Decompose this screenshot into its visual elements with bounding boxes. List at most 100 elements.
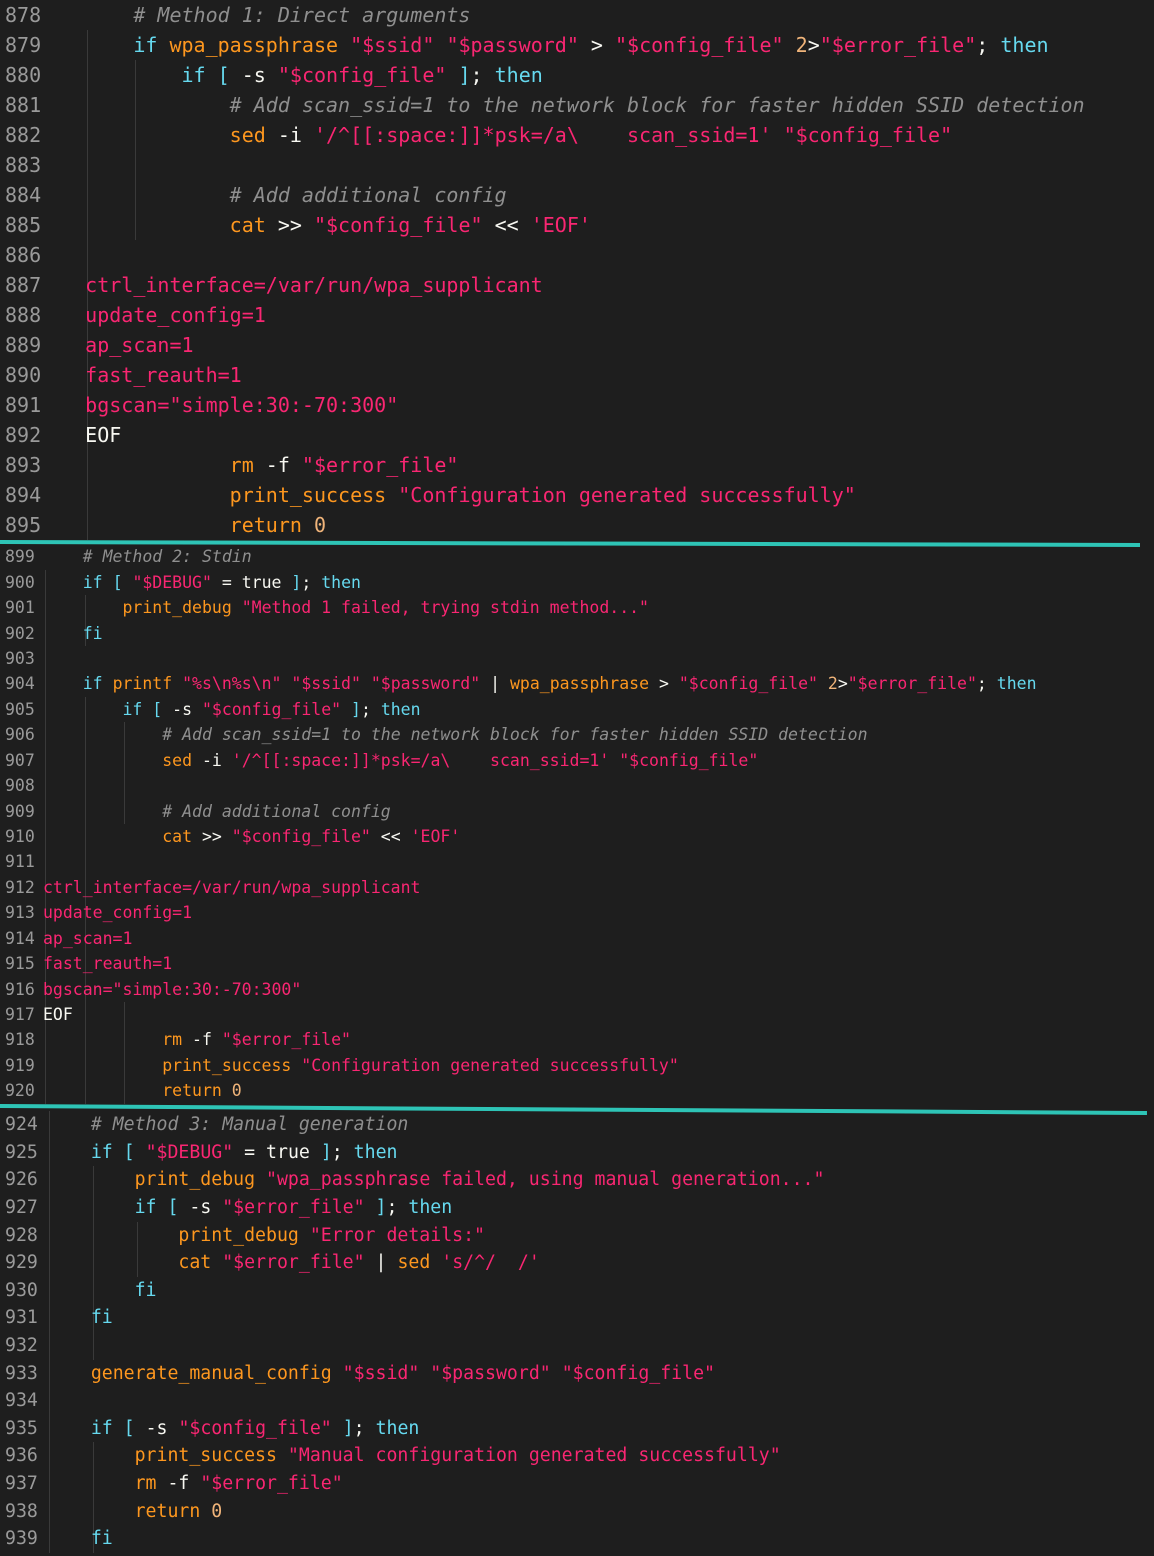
code-text: # Add additional config (229, 183, 507, 207)
line-number: 935 (5, 1417, 38, 1439)
code-line[interactable]: 890 fast_reauth=1 (0, 360, 1154, 390)
code-line[interactable]: 930 fi (0, 1277, 1154, 1305)
code-text: if [ -s "$config_file" ]; then (181, 63, 543, 87)
code-line[interactable]: 932 (0, 1332, 1154, 1360)
line-number: 891 (5, 393, 42, 417)
code-text: # Add additional config (162, 801, 391, 821)
line-number: 900 (5, 572, 35, 592)
code-line[interactable]: 888 update_config=1 (0, 300, 1154, 330)
line-number: 890 (5, 363, 42, 387)
code-line[interactable]: 879 if wpa_passphrase "$ssid" "$password… (0, 30, 1154, 60)
code-line[interactable]: 936 print_success "Manual configuration … (0, 1442, 1154, 1470)
line-number: 892 (5, 423, 42, 447)
line-number: 883 (5, 153, 42, 177)
line-number: 926 (5, 1169, 38, 1191)
code-line[interactable]: 928 print_debug "Error details:" (0, 1222, 1154, 1250)
code-line[interactable]: 934 (0, 1387, 1154, 1415)
code-text: ctrl_interface=/var/run/wpa_supplicant (37, 273, 543, 297)
code-text: print_debug "Error details:" (178, 1224, 486, 1246)
code-line[interactable]: 919 print_success "Configuration generat… (0, 1053, 1154, 1078)
code-line[interactable]: 881 # Add scan_ssid=1 to the network blo… (0, 90, 1154, 120)
code-line[interactable]: 906 # Add scan_ssid=1 to the network blo… (0, 722, 1154, 747)
code-line[interactable]: 920 return 0 (0, 1078, 1154, 1103)
code-line[interactable]: 903 (0, 646, 1154, 671)
line-number: 880 (5, 63, 42, 87)
code-line[interactable]: 937 rm -f "$error_file" (0, 1470, 1154, 1498)
code-line[interactable]: 885 cat >> "$config_file" << 'EOF' (0, 210, 1154, 240)
line-number: 895 (5, 513, 42, 537)
code-line[interactable]: 935 if [ -s "$config_file" ]; then (0, 1415, 1154, 1443)
line-number: 917 (5, 1005, 35, 1025)
code-text: print_success "Configuration generated s… (162, 1055, 679, 1075)
code-section-1[interactable]: 878 # Method 1: Direct arguments 879 if w… (0, 0, 1154, 540)
code-line[interactable]: 916 bgscan="simple:30:-70:300" (0, 977, 1154, 1002)
code-line[interactable]: 911 (0, 849, 1154, 874)
code-text: # Method 3: Manual generation (90, 1114, 409, 1136)
code-line[interactable]: 895 return 0 (0, 510, 1154, 540)
code-line[interactable]: 908 (0, 773, 1154, 798)
code-line[interactable]: 893 rm -f "$error_file" (0, 450, 1154, 480)
code-line[interactable]: 938 return 0 (0, 1498, 1154, 1526)
code-line[interactable]: 904 if printf "%s\n%s\n" "$ssid" "$passw… (0, 671, 1154, 696)
line-number: 903 (5, 649, 35, 668)
code-text: update_config=1 (37, 303, 266, 327)
line-number: 913 (5, 903, 35, 923)
code-text: fi (82, 623, 103, 643)
code-line[interactable]: 917 EOF (0, 1002, 1154, 1027)
code-line[interactable]: 915 fast_reauth=1 (0, 951, 1154, 976)
code-line[interactable]: 926 print_debug "wpa_passphrase failed, … (0, 1166, 1154, 1194)
code-line[interactable]: 899 # Method 2: Stdin (0, 546, 1154, 570)
code-line[interactable]: 886 (0, 240, 1154, 270)
code-line[interactable]: 892 EOF (0, 420, 1154, 450)
code-line[interactable]: 900 if [ "$DEBUG" = true ]; then (0, 570, 1154, 595)
code-line[interactable]: 883 (0, 150, 1154, 180)
code-line[interactable]: 912 ctrl_interface=/var/run/wpa_supplican… (0, 875, 1154, 900)
code-text: ap_scan=1 (43, 928, 133, 948)
code-section-2[interactable]: 899 # Method 2: Stdin 900 if [ "$DEBUG" =… (0, 546, 1154, 1104)
code-line[interactable]: 931 fi (0, 1304, 1154, 1332)
code-line[interactable]: 889 ap_scan=1 (0, 330, 1154, 360)
code-text: rm -f "$error_file" (134, 1473, 343, 1494)
line-number: 879 (5, 33, 42, 57)
code-text: fi (90, 1528, 113, 1550)
code-line[interactable]: 878 # Method 1: Direct arguments (0, 0, 1154, 30)
code-line[interactable]: 907 sed -i '/^[[:space:]]*psk=/a\ scan_s… (0, 748, 1154, 773)
code-line[interactable]: 891 bgscan="simple:30:-70:300" (0, 390, 1154, 420)
code-line[interactable]: 909 # Add additional config (0, 799, 1154, 824)
code-line[interactable]: 924 # Method 3: Manual generation (0, 1111, 1154, 1139)
code-line[interactable]: 927 if [ -s "$error_file" ]; then (0, 1194, 1154, 1222)
code-text: print_debug "wpa_passphrase failed, usin… (134, 1169, 825, 1191)
line-number: 931 (5, 1307, 38, 1329)
code-line[interactable]: 880 if [ -s "$config_file" ]; then (0, 60, 1154, 90)
line-number: 915 (5, 954, 35, 974)
code-text: return 0 (162, 1081, 242, 1101)
line-number: 905 (5, 699, 35, 719)
code-section-3[interactable]: 924 # Method 3: Manual generation 925 if … (0, 1110, 1154, 1556)
code-text: if [ "$DEBUG" = true ]; then (82, 572, 361, 592)
code-text: ctrl_interface=/var/run/wpa_supplicant (43, 877, 421, 897)
line-number: 910 (5, 827, 35, 846)
code-line[interactable]: 884 # Add additional config (0, 180, 1154, 210)
code-line[interactable]: 929 cat "$error_file" | sed 's/^/ /' (0, 1249, 1154, 1277)
code-line[interactable]: 882 sed -i '/^[[:space:]]*psk=/a\ scan_s… (0, 120, 1154, 150)
code-text: if [ -s "$config_file" ]; then (122, 699, 421, 719)
line-number: 906 (5, 725, 35, 745)
code-line[interactable]: 905 if [ -s "$config_file" ]; then (0, 697, 1154, 722)
code-line[interactable]: 925 if [ "$DEBUG" = true ]; then (0, 1139, 1154, 1167)
line-number: 893 (5, 453, 42, 477)
code-line[interactable]: 933 generate_manual_config "$ssid" "$pas… (0, 1360, 1154, 1388)
code-line[interactable]: 902 fi (0, 621, 1154, 646)
code-line[interactable]: 910 cat >> "$config_file" << 'EOF' (0, 824, 1154, 849)
code-line[interactable]: 939 fi (0, 1525, 1154, 1553)
code-text: bgscan="simple:30:-70:300" (37, 393, 399, 417)
code-line[interactable]: 887 ctrl_interface=/var/run/wpa_supplica… (0, 270, 1154, 300)
code-text: rm -f "$error_file" (162, 1030, 351, 1050)
code-line[interactable]: 918 rm -f "$error_file" (0, 1027, 1154, 1052)
code-line[interactable]: 901 print_debug "Method 1 failed, trying… (0, 595, 1154, 620)
code-text: cat >> "$config_file" << 'EOF' (162, 827, 461, 846)
code-text: print_success "Configuration generated s… (229, 483, 856, 507)
code-line[interactable]: 913 update_config=1 (0, 900, 1154, 925)
code-line[interactable]: 914 ap_scan=1 (0, 926, 1154, 951)
line-number: 920 (5, 1081, 35, 1101)
code-line[interactable]: 894 print_success "Configuration generat… (0, 480, 1154, 510)
